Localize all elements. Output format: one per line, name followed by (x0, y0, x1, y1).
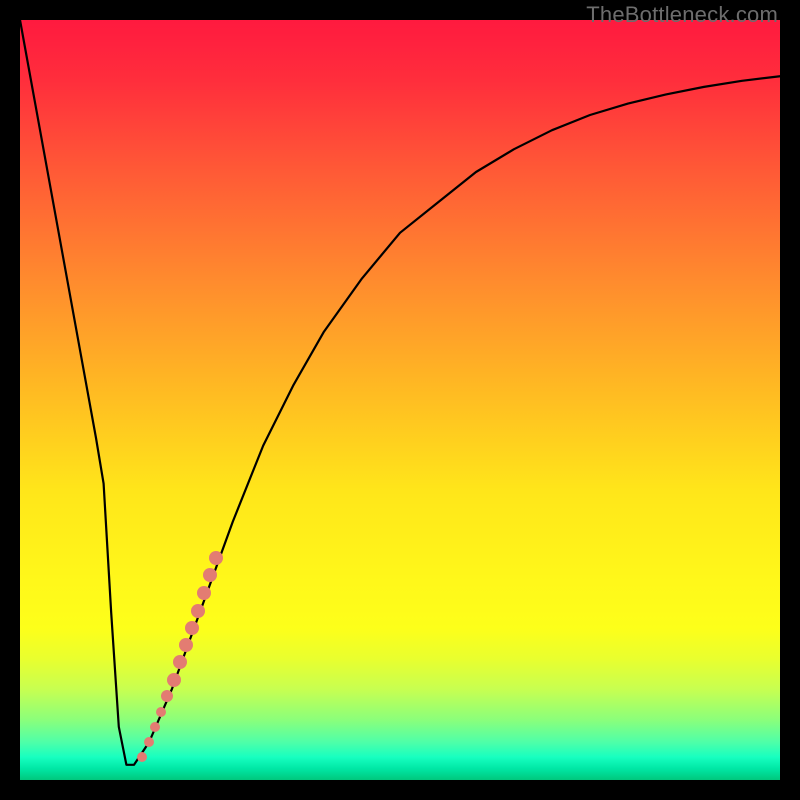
highlight-dot (167, 673, 181, 687)
chart-frame: TheBottleneck.com (0, 0, 800, 800)
highlight-dot (203, 568, 217, 582)
highlight-dots-layer (20, 20, 780, 780)
highlight-dot (173, 655, 187, 669)
highlight-dot (161, 690, 173, 702)
highlight-dot (197, 586, 211, 600)
highlight-dot (150, 722, 160, 732)
highlight-dot (185, 621, 199, 635)
chart-plot-area (20, 20, 780, 780)
highlight-dot (137, 752, 147, 762)
highlight-dot (191, 604, 205, 618)
highlight-dot (179, 638, 193, 652)
watermark-text: TheBottleneck.com (586, 2, 778, 28)
highlight-dot (156, 707, 166, 717)
highlight-dot (144, 737, 154, 747)
highlight-dot (209, 551, 223, 565)
